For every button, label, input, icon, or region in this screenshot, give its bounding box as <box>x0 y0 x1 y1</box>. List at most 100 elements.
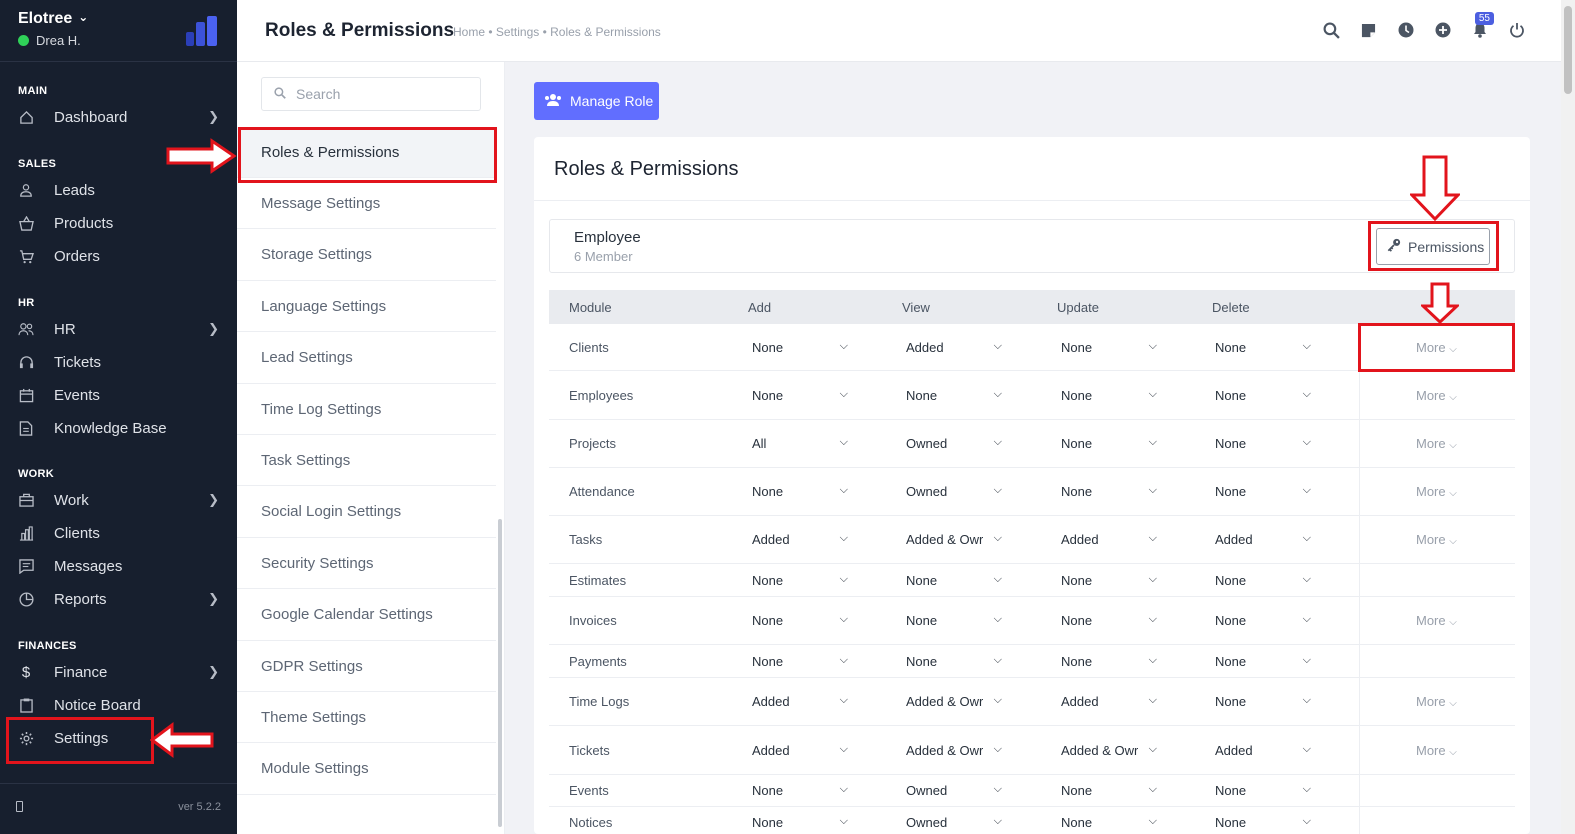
more-toggle[interactable]: More ⌵ <box>1416 484 1457 499</box>
nav-item-products[interactable]: Products <box>0 208 237 238</box>
delete-permission-select[interactable]: None ⌵ <box>1215 573 1311 588</box>
company-switcher[interactable]: Elotree ⌄ <box>18 10 88 28</box>
update-permission-select[interactable]: None ⌵ <box>1061 484 1157 499</box>
delete-permission-select[interactable]: None ⌵ <box>1215 388 1311 403</box>
view-permission-select[interactable]: None ⌵ <box>906 573 1002 588</box>
delete-permission-select[interactable]: Added ⌵ <box>1215 532 1311 547</box>
add-permission-select[interactable]: None ⌵ <box>752 654 848 669</box>
update-permission-select[interactable]: None ⌵ <box>1061 815 1157 830</box>
select-value: None <box>752 573 784 588</box>
sticky-note-icon[interactable] <box>1350 18 1387 42</box>
nav-item-messages[interactable]: Messages <box>0 551 237 581</box>
search-icon[interactable] <box>1313 18 1350 42</box>
add-permission-select[interactable]: None ⌵ <box>752 340 848 355</box>
add-permission-select[interactable]: None ⌵ <box>752 573 848 588</box>
settings-item-language-settings[interactable]: Language Settings <box>237 281 496 333</box>
view-permission-select[interactable]: Added & Owr ⌵ <box>906 532 1002 547</box>
nav-item-dashboard[interactable]: Dashboard ❯ <box>0 102 237 132</box>
more-toggle[interactable]: More ⌵ <box>1416 743 1457 758</box>
add-permission-select[interactable]: None ⌵ <box>752 388 848 403</box>
settings-item-theme-settings[interactable]: Theme Settings <box>237 692 496 744</box>
settings-item-message-settings[interactable]: Message Settings <box>237 178 496 230</box>
update-permission-select[interactable]: Added & Owr ⌵ <box>1061 743 1157 758</box>
nav-item-orders[interactable]: Orders <box>0 241 237 271</box>
settings-item-google-calendar-settings[interactable]: Google Calendar Settings <box>237 590 496 641</box>
settings-menu-scrollbar-thumb[interactable] <box>498 519 502 827</box>
nav-item-leads[interactable]: Leads <box>0 175 237 205</box>
add-permission-select[interactable]: None ⌵ <box>752 613 848 628</box>
manage-role-button[interactable]: Manage Role <box>534 82 659 120</box>
nav-item-finance[interactable]: $ Finance ❯ <box>0 657 237 687</box>
more-toggle[interactable]: More ⌵ <box>1416 436 1457 451</box>
add-permission-select[interactable]: None ⌵ <box>752 783 848 798</box>
update-permission-select[interactable]: None ⌵ <box>1061 573 1157 588</box>
nav-item-clients[interactable]: Clients <box>0 518 237 548</box>
update-permission-select[interactable]: None ⌵ <box>1061 613 1157 628</box>
add-permission-select[interactable]: Added ⌵ <box>752 694 848 709</box>
settings-item-task-settings[interactable]: Task Settings <box>237 435 496 487</box>
user-status[interactable]: Drea H. <box>18 33 81 48</box>
update-permission-select[interactable]: None ⌵ <box>1061 388 1157 403</box>
update-permission-select[interactable]: Added ⌵ <box>1061 694 1157 709</box>
page-scrollbar[interactable] <box>1561 0 1575 834</box>
more-toggle[interactable]: More ⌵ <box>1416 388 1457 403</box>
clock-icon[interactable] <box>1387 18 1424 42</box>
nav-item-knowledge-base[interactable]: Knowledge Base <box>0 413 237 443</box>
update-permission-select[interactable]: None ⌵ <box>1061 436 1157 451</box>
delete-permission-select[interactable]: Added ⌵ <box>1215 743 1311 758</box>
nav-section-hr: HR <box>18 297 35 309</box>
add-permission-select[interactable]: Added ⌵ <box>752 532 848 547</box>
plus-circle-icon[interactable] <box>1424 18 1461 42</box>
more-toggle[interactable]: More ⌵ <box>1416 532 1457 547</box>
chevron-down-icon: ⌵ <box>1302 436 1311 448</box>
view-permission-select[interactable]: Added & Owr ⌵ <box>906 743 1002 758</box>
delete-permission-select[interactable]: None ⌵ <box>1215 484 1311 499</box>
delete-permission-select[interactable]: None ⌵ <box>1215 694 1311 709</box>
add-permission-select[interactable]: None ⌵ <box>752 484 848 499</box>
delete-permission-select[interactable]: None ⌵ <box>1215 654 1311 669</box>
delete-permission-select[interactable]: None ⌵ <box>1215 815 1311 830</box>
page-scrollbar-thumb[interactable] <box>1564 6 1572 94</box>
settings-item-time-log-settings[interactable]: Time Log Settings <box>237 384 496 435</box>
nav-item-work[interactable]: Work ❯ <box>0 485 237 515</box>
update-permission-select[interactable]: None ⌵ <box>1061 654 1157 669</box>
mobile-icon[interactable] <box>16 801 23 812</box>
add-permission-select[interactable]: All ⌵ <box>752 436 848 451</box>
nav-item-hr[interactable]: HR ❯ <box>0 314 237 344</box>
settings-item-security-settings[interactable]: Security Settings <box>237 538 496 590</box>
delete-permission-select[interactable]: None ⌵ <box>1215 340 1311 355</box>
settings-item-social-login-settings[interactable]: Social Login Settings <box>237 487 496 538</box>
view-permission-select[interactable]: Added ⌵ <box>906 340 1002 355</box>
update-permission-select[interactable]: None ⌵ <box>1061 340 1157 355</box>
settings-search-input[interactable]: Search <box>261 77 481 111</box>
view-permission-select[interactable]: Owned ⌵ <box>906 783 1002 798</box>
nav-item-reports[interactable]: Reports ❯ <box>0 584 237 614</box>
view-permission-select[interactable]: None ⌵ <box>906 388 1002 403</box>
update-permission-select[interactable]: None ⌵ <box>1061 783 1157 798</box>
delete-permission-select[interactable]: None ⌵ <box>1215 613 1311 628</box>
settings-item-lead-settings[interactable]: Lead Settings <box>237 333 496 384</box>
power-icon[interactable] <box>1498 18 1535 42</box>
delete-permission-select[interactable]: None ⌵ <box>1215 783 1311 798</box>
nav-item-tickets[interactable]: Tickets <box>0 347 237 377</box>
nav-item-notice-board[interactable]: Notice Board <box>0 690 237 720</box>
add-permission-select[interactable]: Added ⌵ <box>752 743 848 758</box>
view-permission-select[interactable]: Added & Owr ⌵ <box>906 694 1002 709</box>
settings-item-module-settings[interactable]: Module Settings <box>237 744 496 795</box>
more-toggle[interactable]: More ⌵ <box>1416 613 1457 628</box>
delete-permission-select[interactable]: None ⌵ <box>1215 436 1311 451</box>
view-permission-select[interactable]: None ⌵ <box>906 613 1002 628</box>
settings-item-storage-settings[interactable]: Storage Settings <box>237 230 496 281</box>
bell-icon[interactable]: 55 <box>1461 12 1498 42</box>
settings-item-gdpr-settings[interactable]: GDPR Settings <box>237 641 496 692</box>
view-permission-select[interactable]: Owned ⌵ <box>906 484 1002 499</box>
settings-menu-scrollbar[interactable] <box>496 124 505 829</box>
view-permission-select[interactable]: None ⌵ <box>906 654 1002 669</box>
more-toggle[interactable]: More ⌵ <box>1416 694 1457 709</box>
view-permission-select[interactable]: Owned ⌵ <box>906 436 1002 451</box>
view-permission-select[interactable]: Owned ⌵ <box>906 815 1002 830</box>
nav-item-events[interactable]: Events <box>0 380 237 410</box>
update-permission-select[interactable]: Added ⌵ <box>1061 532 1157 547</box>
select-value: None <box>752 783 784 798</box>
add-permission-select[interactable]: None ⌵ <box>752 815 848 830</box>
